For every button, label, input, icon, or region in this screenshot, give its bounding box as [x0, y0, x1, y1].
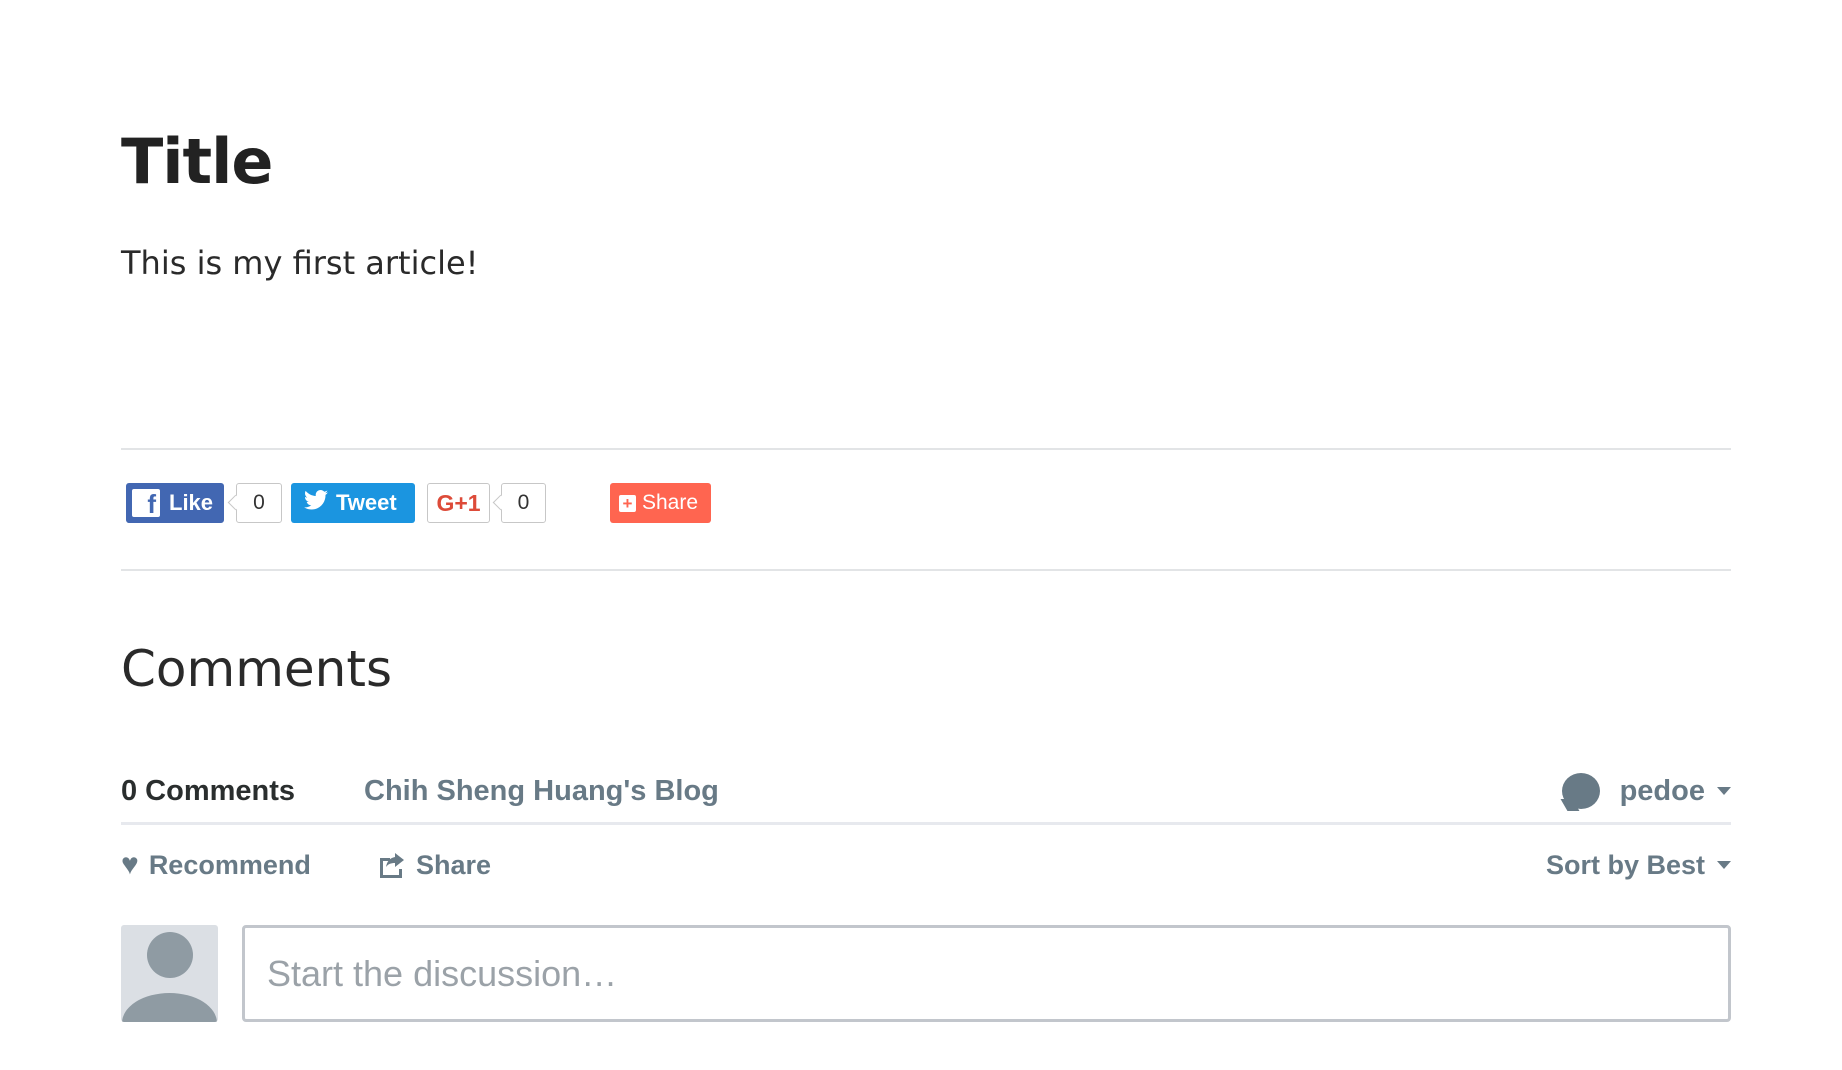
divider-top: [121, 448, 1731, 450]
sort-label: Sort by Best: [1545, 849, 1705, 880]
tab-community[interactable]: Chih Sheng Huang's Blog: [364, 760, 719, 822]
comments-heading: Comments: [121, 640, 393, 698]
plus-icon: +: [619, 494, 636, 512]
share-bar: f Like 0 Tweet G+1 0 + Share: [126, 483, 826, 523]
heart-icon: ♥: [121, 848, 139, 881]
chevron-down-icon: [1717, 787, 1731, 795]
avatar: [121, 925, 218, 1022]
facebook-like-label: Like: [169, 490, 214, 515]
avatar-head: [147, 932, 193, 978]
google-plus-count: 0: [501, 483, 546, 523]
tab-comment-count[interactable]: 0 Comments: [121, 760, 304, 825]
comment-actions: ♥ Recommend Share Sort by Best: [121, 842, 1731, 888]
share-thread-label: Share: [416, 849, 492, 880]
user-name: pedoe: [1619, 774, 1705, 807]
twitter-bird-icon: [304, 489, 328, 517]
chat-bubble-icon: [1561, 773, 1600, 809]
comment-composer: Start the discussion…: [121, 925, 1731, 1022]
chevron-down-icon: [1717, 861, 1731, 869]
sort-dropdown[interactable]: Sort by Best: [1546, 842, 1731, 888]
addthis-share-label: Share: [642, 491, 699, 514]
tweet-button[interactable]: Tweet: [291, 483, 415, 523]
comment-input[interactable]: Start the discussion…: [242, 925, 1731, 1022]
google-plus-one-button[interactable]: G+1: [427, 483, 490, 523]
article-title: Title: [121, 125, 273, 198]
disqus-nav: 0 Comments Chih Sheng Huang's Blog pedoe: [121, 760, 1731, 825]
recommend-button[interactable]: ♥ Recommend: [121, 842, 311, 888]
tweet-label: Tweet: [336, 490, 397, 515]
facebook-icon: f: [132, 489, 160, 517]
share-arrow-icon: [380, 853, 404, 878]
avatar-shoulders: [122, 993, 217, 1022]
nav-divider: [121, 822, 1731, 825]
article-body: This is my first article!: [121, 244, 479, 282]
facebook-like-button[interactable]: f Like: [126, 483, 224, 523]
share-thread-button[interactable]: Share: [378, 842, 491, 888]
addthis-share-button[interactable]: + Share: [610, 483, 711, 523]
user-menu[interactable]: pedoe: [1561, 760, 1731, 822]
recommend-label: Recommend: [148, 849, 311, 880]
divider-bottom: [121, 569, 1731, 571]
facebook-like-count: 0: [236, 483, 282, 523]
